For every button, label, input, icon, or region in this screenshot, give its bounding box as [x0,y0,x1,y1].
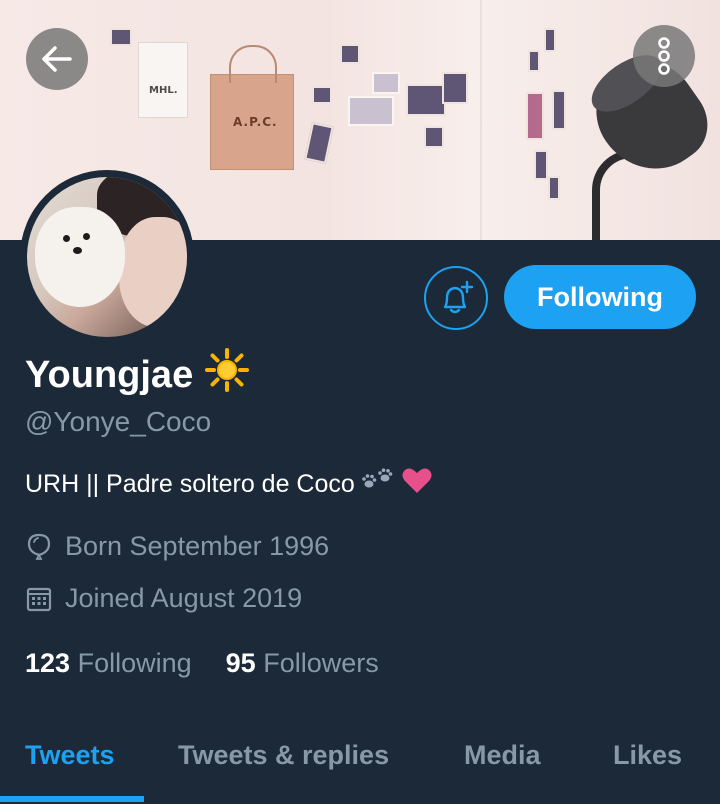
follow-counts: 123 Following 95 Followers [25,648,379,679]
tab-tweets[interactable]: Tweets [25,740,115,771]
birthdate-row: Born September 1996 [25,531,329,562]
banner-kraft-bag: A.P.C. [210,45,294,170]
arrow-left-icon [42,46,72,72]
followers-count: 95 [225,648,256,678]
profile-name-text: Youngjae [25,353,194,396]
birthdate-text: Born September 1996 [65,531,330,561]
avatar-dog-eye [83,233,90,240]
banner-photo [544,28,556,52]
profile-name: Youngjae [25,348,250,402]
join-date-row: Joined August 2019 [25,583,302,614]
avatar-dog [35,207,125,307]
more-options-button[interactable] [633,25,695,87]
calendar-icon [26,587,52,611]
banner-wall-corner [480,0,482,240]
back-button[interactable] [26,28,88,90]
banner-photo [340,44,360,64]
banner-photo [406,84,446,116]
followers-count-label: Followers [263,648,379,678]
tab-likes[interactable]: Likes [613,740,682,771]
profile-tabs: Tweets Tweets & replies Media Likes [0,722,720,804]
active-tab-indicator [0,796,144,802]
banner-white-bag-text: MHL. [149,85,178,96]
bell-plus-icon [443,280,474,314]
banner-photo [534,150,548,180]
banner-photo [372,72,400,94]
heart-icon [401,467,433,502]
banner-photo [110,28,132,46]
avatar-photo [27,177,187,337]
notifications-button[interactable] [424,266,488,330]
following-button-label: Following [537,281,663,312]
avatar[interactable] [20,170,194,344]
tab-media[interactable]: Media [464,740,541,771]
more-vertical-icon [658,37,670,75]
following-count-link[interactable]: 123 Following [25,648,192,679]
bio-text: URH || Padre soltero de Coco [25,470,355,498]
avatar-dog-eye [63,235,70,242]
banner-photo [348,96,394,126]
banner-photo [526,92,544,140]
banner-photo [528,50,540,72]
following-button[interactable]: Following [504,265,696,329]
profile-handle: @Yonye_Coco [25,406,212,437]
join-date-text: Joined August 2019 [65,583,303,613]
followers-count-link[interactable]: 95 Followers [226,648,379,679]
banner-kraft-bag-text: A.P.C. [233,115,278,129]
balloon-icon [27,533,51,560]
banner-photo [312,86,332,104]
sun-icon [205,348,250,402]
avatar-face [119,217,187,327]
tab-tweets-and-replies[interactable]: Tweets & replies [178,740,389,771]
paw-prints-icon [361,468,395,501]
banner-white-bag: MHL. [138,42,188,118]
banner-photo [548,176,560,200]
following-count-label: Following [77,648,192,678]
avatar-dog-nose [73,247,82,254]
banner-photo [552,90,566,130]
profile-bio: URH || Padre soltero de Coco [25,467,433,502]
banner-photo [424,126,444,148]
banner-photo [442,72,468,104]
following-count: 123 [25,648,71,678]
banner-photo [304,122,334,164]
